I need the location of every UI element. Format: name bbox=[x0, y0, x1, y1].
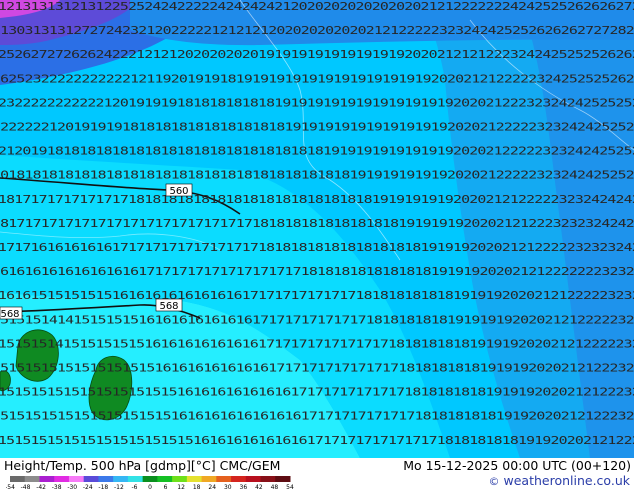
colorbar-swatch bbox=[113, 476, 129, 482]
temperature-map-canvas: 1213131312131225252424222224242424212020… bbox=[0, 0, 634, 458]
temperature-row: 2018181818181818181818181818181818181818… bbox=[0, 169, 634, 182]
colorbar-tick-label: 48 bbox=[271, 484, 279, 490]
colorbar-tick-label: -42 bbox=[36, 484, 46, 490]
colorbar-swatch bbox=[157, 476, 173, 482]
temperature-row: 1515151414151515151616161616161617171717… bbox=[0, 313, 634, 326]
temperature-row: 2625232222222222212119201919181919191919… bbox=[0, 72, 634, 85]
colorbar-swatch bbox=[260, 476, 276, 482]
colorbar-tick-label: -6 bbox=[131, 484, 137, 490]
temperature-row: 1616161616161616161717171717171717171718… bbox=[0, 265, 634, 278]
colorbar-swatch bbox=[39, 476, 55, 482]
temperature-row: 2322222222222120191919181818181818191919… bbox=[0, 96, 634, 109]
colorbar-swatch bbox=[201, 476, 217, 482]
colorbar-tick-label: 30 bbox=[224, 484, 232, 490]
colorbar-tick-label: -38 bbox=[52, 484, 62, 490]
colorbar-tick-label: 0 bbox=[148, 484, 152, 490]
colorbar-swatch bbox=[216, 476, 232, 482]
colorbar-tick-label: -18 bbox=[98, 484, 108, 490]
contour-label-560: 560 bbox=[165, 183, 193, 197]
colorbar-swatch bbox=[127, 476, 144, 482]
contour-label-568-center: 568 bbox=[155, 298, 183, 312]
colorbar-swatch bbox=[10, 476, 26, 482]
map-footer: Height/Temp. 500 hPa [gdmp][°C] CMC/GEM … bbox=[0, 458, 634, 490]
temperature-colorbar: -54 -48 -42 -38 -30 -24 -18 -12 -6 0 6 12 18 24 30 36 42… bbox=[6, 476, 294, 490]
temperature-row: 2526272726262422212121202020202019191919… bbox=[0, 48, 634, 61]
copyright-icon: © bbox=[488, 475, 500, 488]
temperature-row: 2120191818181818181818181818181818181818… bbox=[0, 145, 634, 158]
credit-text: weatheronline.co.uk bbox=[503, 473, 631, 488]
credit-link[interactable]: © weatheronline.co.uk bbox=[489, 473, 630, 488]
map-title: Height/Temp. 500 hPa [gdmp][°C] CMC/GEM bbox=[4, 458, 281, 473]
temperature-row: 1717161616161617171717171717171718181818… bbox=[0, 241, 634, 254]
colorbar-swatch bbox=[172, 476, 188, 482]
colorbar-swatch bbox=[68, 476, 85, 482]
temperature-row: 1515151515151515151515151616161616161617… bbox=[0, 434, 634, 447]
temperature-row: 1213131312131225252424222224242424212020… bbox=[0, 0, 634, 13]
colorbar-tick-label: -30 bbox=[67, 484, 77, 490]
svg-text:568: 568 bbox=[159, 301, 178, 312]
contour-label-568-west: 568 bbox=[0, 306, 23, 320]
temperature-row: 1817171717171717171717171717171718181818… bbox=[0, 217, 634, 230]
temperature-row: 1515151415151515151616161616161617171717… bbox=[0, 337, 634, 350]
colorbar-tick-label: 18 bbox=[193, 484, 201, 490]
colorbar-swatch bbox=[231, 476, 247, 482]
colorbar-tick-label: 36 bbox=[240, 484, 248, 490]
colorbar-tick-label: 6 bbox=[164, 484, 168, 490]
map-valid-time: Mo 15-12-2025 00:00 UTC (00+120) bbox=[403, 458, 631, 473]
colorbar-tick-label: 54 bbox=[286, 484, 294, 490]
temperature-row: 2222222120191919181818181818181818181919… bbox=[0, 121, 634, 134]
colorbar-tick-label: -12 bbox=[114, 484, 124, 490]
temperature-row: 1515151515151515151516161616161616171717… bbox=[0, 362, 634, 375]
colorbar-tick-label: 42 bbox=[255, 484, 263, 490]
colorbar-swatch bbox=[98, 476, 114, 482]
weather-map: 1213131312131225252424222224242424212020… bbox=[0, 0, 634, 458]
colorbar-swatch bbox=[275, 476, 291, 482]
colorbar-tick-label: 12 bbox=[177, 484, 185, 490]
colorbar-tick-label: 24 bbox=[208, 484, 216, 490]
colorbar-tick-label: -24 bbox=[83, 484, 93, 490]
colorbar-tick-labels: -54 -48 -42 -38 -30 -24 -18 -12 -6 0 6 12 18 24 30 36 42… bbox=[6, 484, 294, 490]
colorbar-swatch bbox=[54, 476, 70, 482]
temperature-row: 1515151515151515151515161616161616161717… bbox=[0, 386, 634, 399]
colorbar-tick-label: -54 bbox=[6, 484, 15, 490]
temperature-row: 3130313131272724232120222221212121202020… bbox=[0, 24, 634, 37]
colorbar-tick-label: -48 bbox=[21, 484, 31, 490]
svg-text:560: 560 bbox=[169, 186, 188, 197]
temperature-row: 1616151515151516161616161616161717171717… bbox=[0, 289, 634, 302]
colorbar-swatch bbox=[24, 476, 40, 482]
colorbar-swatches bbox=[10, 476, 291, 482]
svg-text:568: 568 bbox=[0, 309, 19, 320]
colorbar-swatch bbox=[186, 476, 203, 482]
colorbar-swatch bbox=[83, 476, 99, 482]
colorbar-swatch bbox=[142, 476, 158, 482]
temperature-row: 1515151515151515151515161616161616161617… bbox=[0, 410, 634, 423]
temperature-row: 1817171717171717181818181818181818181818… bbox=[0, 193, 634, 206]
colorbar-swatch bbox=[245, 476, 262, 482]
